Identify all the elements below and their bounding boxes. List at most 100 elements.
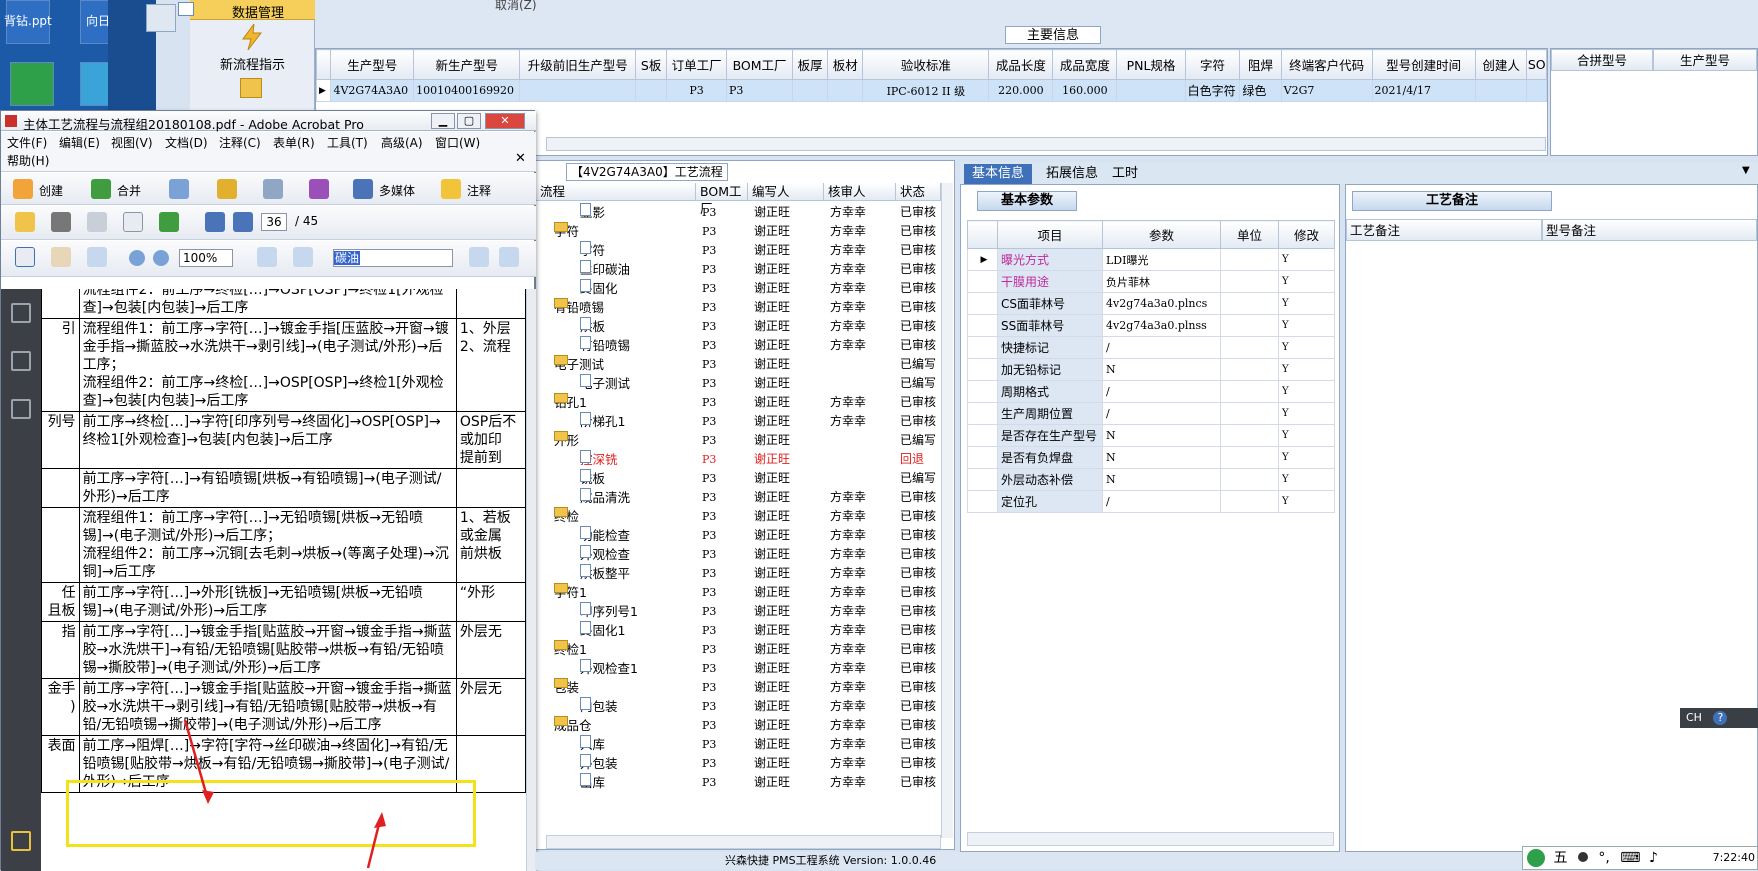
zoom-level-input[interactable]: 100% bbox=[179, 249, 233, 267]
menu-view[interactable]: 视图(V) bbox=[111, 134, 153, 151]
table-cell[interactable]: P3 bbox=[726, 79, 794, 102]
full-half-width-icon[interactable] bbox=[1577, 852, 1588, 862]
param-value[interactable]: / bbox=[1102, 336, 1221, 359]
combine-icon[interactable] bbox=[91, 179, 111, 199]
tree-row[interactable]: 控深铣 P3 谢正旺 回退 bbox=[536, 450, 946, 469]
column-header[interactable]: 参数 bbox=[1102, 220, 1221, 249]
settings-icon[interactable]: ♪ bbox=[1649, 850, 1658, 866]
tree-row[interactable]: 功能检查 P3 谢正旺 方幸幸 已审核 bbox=[536, 526, 946, 545]
web-icon[interactable] bbox=[159, 212, 179, 232]
nav-header[interactable]: 数据管理 bbox=[178, 0, 315, 21]
tree-row[interactable]: 丝印碳油 P3 谢正旺 方幸幸 已审核 bbox=[536, 260, 946, 279]
param-unit[interactable] bbox=[1220, 380, 1279, 403]
table-row[interactable]: 定位孔 / Y bbox=[967, 490, 1335, 513]
page-number-input[interactable]: 36 bbox=[261, 213, 287, 231]
column-header[interactable]: SO bbox=[1526, 49, 1547, 80]
column-header[interactable]: 创建人 bbox=[1474, 49, 1528, 80]
tree-row[interactable]: 终固化1 P3 谢正旺 方幸幸 已审核 bbox=[536, 621, 946, 640]
column-header[interactable]: 验收标准 bbox=[862, 49, 990, 80]
table-row[interactable]: 是否有负焊盘 N Y bbox=[967, 446, 1335, 469]
minimize-button[interactable]: ▁ bbox=[431, 113, 455, 129]
tree-row[interactable]: 入库 P3 谢正旺 方幸幸 已审核 bbox=[536, 735, 946, 754]
column-header[interactable]: 字符 bbox=[1184, 49, 1241, 80]
tree-row[interactable]: −有铅喷锡P3谢正旺方幸幸已审核 bbox=[536, 298, 946, 317]
email-icon[interactable] bbox=[123, 212, 143, 232]
param-modify[interactable]: Y bbox=[1278, 336, 1335, 359]
keyboard-icon[interactable]: ⌨ bbox=[1620, 850, 1640, 866]
table-cell[interactable]: 160.000 bbox=[1052, 79, 1118, 102]
table-cell[interactable] bbox=[1116, 79, 1186, 102]
sogou-icon[interactable] bbox=[1527, 849, 1545, 867]
column-header[interactable]: 编写人 bbox=[748, 183, 824, 201]
process-tree-scrollbar[interactable] bbox=[941, 183, 953, 838]
param-modify[interactable]: Y bbox=[1278, 490, 1335, 513]
tab-extended-info[interactable]: 拓展信息 bbox=[1038, 164, 1106, 184]
multimedia-icon[interactable] bbox=[353, 179, 373, 199]
table-cell[interactable]: P3 bbox=[666, 79, 728, 102]
column-header[interactable]: 工艺备注 bbox=[1346, 219, 1542, 241]
table-cell[interactable]: IPC-6012 II 级 bbox=[862, 79, 990, 102]
param-value[interactable]: N bbox=[1102, 424, 1221, 447]
column-header[interactable]: 修改 bbox=[1278, 220, 1335, 249]
tree-row[interactable]: 外观检查 P3 谢正旺 方幸幸 已审核 bbox=[536, 545, 946, 564]
table-cell[interactable]: 白色字符 bbox=[1184, 79, 1241, 102]
column-header[interactable]: 终端客户代码 bbox=[1280, 49, 1373, 80]
lightning-icon[interactable] bbox=[240, 22, 264, 51]
column-header[interactable]: BOM工厂 bbox=[726, 49, 794, 80]
table-cell[interactable] bbox=[1526, 79, 1547, 102]
menu-window[interactable]: 窗口(W) bbox=[435, 134, 480, 151]
tree-row[interactable]: −终检P3谢正旺方幸幸已审核 bbox=[536, 507, 946, 526]
table-cell[interactable] bbox=[1474, 79, 1528, 102]
column-header[interactable]: BOM工厂 bbox=[696, 183, 748, 216]
punctuation-icon[interactable]: °, bbox=[1598, 850, 1609, 866]
param-unit[interactable] bbox=[1220, 358, 1279, 381]
param-value[interactable]: N bbox=[1102, 358, 1221, 381]
column-header[interactable]: 生产型号 bbox=[330, 49, 415, 80]
param-unit[interactable] bbox=[1220, 424, 1279, 447]
main-grid-scrollbar[interactable] bbox=[546, 137, 1546, 151]
param-value[interactable]: / bbox=[1102, 490, 1221, 513]
tree-row[interactable]: 成品清洗 P3 谢正旺 方幸幸 已审核 bbox=[536, 488, 946, 507]
tree-row[interactable]: −成品仓P3谢正旺方幸幸已审核 bbox=[536, 716, 946, 735]
tab-basic-info[interactable]: 基本信息 bbox=[964, 164, 1033, 184]
forms-icon[interactable] bbox=[309, 179, 329, 199]
comment-button[interactable]: 注释 bbox=[467, 182, 491, 199]
subtab-basic-params[interactable]: 基本参数 bbox=[977, 191, 1077, 211]
table-cell[interactable]: V2G7 bbox=[1280, 79, 1373, 102]
param-modify[interactable]: Y bbox=[1278, 314, 1335, 337]
param-value[interactable]: LDI曝光 bbox=[1102, 248, 1221, 271]
param-unit[interactable] bbox=[1220, 446, 1279, 469]
zoom-in-icon[interactable] bbox=[153, 250, 169, 266]
column-header[interactable]: 板厚 bbox=[792, 49, 829, 80]
table-row[interactable]: 是否存在生产型号 N Y bbox=[967, 424, 1335, 447]
tree-row[interactable]: 烘板整平 P3 谢正旺 方幸幸 已审核 bbox=[536, 564, 946, 583]
tree-row[interactable]: 显影 P3 谢正旺 方幸幸 已审核 bbox=[536, 203, 946, 222]
sign-icon[interactable] bbox=[263, 179, 283, 199]
table-row[interactable]: 外层动态补偿 N Y bbox=[967, 468, 1335, 491]
subtab-process-remark[interactable]: 工艺备注 bbox=[1352, 191, 1552, 211]
table-cell[interactable] bbox=[635, 79, 668, 102]
column-header[interactable]: 成品宽度 bbox=[1052, 49, 1118, 80]
tree-row[interactable]: −终检1P3谢正旺方幸幸已审核 bbox=[536, 640, 946, 659]
param-unit[interactable] bbox=[1220, 270, 1279, 293]
tree-row[interactable]: −外形P3谢正旺已编写 bbox=[536, 431, 946, 450]
table-cell[interactable]: 2021/4/17 bbox=[1371, 79, 1476, 102]
find-previous-icon[interactable] bbox=[469, 247, 489, 267]
param-value[interactable]: 4v2g74a3a0.plncs bbox=[1102, 292, 1221, 315]
tree-row[interactable]: 出库 P3 谢正旺 方幸幸 已审核 bbox=[536, 773, 946, 792]
column-header[interactable]: 生产型号 bbox=[1653, 49, 1757, 71]
tree-row[interactable]: 阶梯孔1 P3 谢正旺 方幸幸 已审核 bbox=[536, 412, 946, 431]
ime-mode[interactable]: 五 bbox=[1553, 850, 1567, 866]
param-unit[interactable] bbox=[1220, 402, 1279, 425]
green-app-icon[interactable] bbox=[10, 62, 54, 106]
table-row[interactable]: 加无铅标记 N Y bbox=[967, 358, 1335, 381]
table-row[interactable]: CS面菲林号 4v2g74a3a0.plncs Y bbox=[967, 292, 1335, 315]
acrobat-titlebar[interactable]: 主体工艺流程与流程组20180108.pdf - Adobe Acrobat P… bbox=[1, 111, 536, 132]
param-unit[interactable] bbox=[1220, 468, 1279, 491]
table-row[interactable]: ▶ 曝光方式 LDI曝光 Y bbox=[967, 248, 1335, 271]
column-header[interactable]: 流程 bbox=[536, 183, 696, 201]
arrow-down-icon[interactable] bbox=[233, 212, 253, 232]
tree-row[interactable]: 内包装 P3 谢正旺 方幸幸 已审核 bbox=[536, 697, 946, 716]
close-doc-icon[interactable]: ✕ bbox=[515, 151, 526, 166]
menu-file[interactable]: 文件(F) bbox=[7, 134, 47, 151]
